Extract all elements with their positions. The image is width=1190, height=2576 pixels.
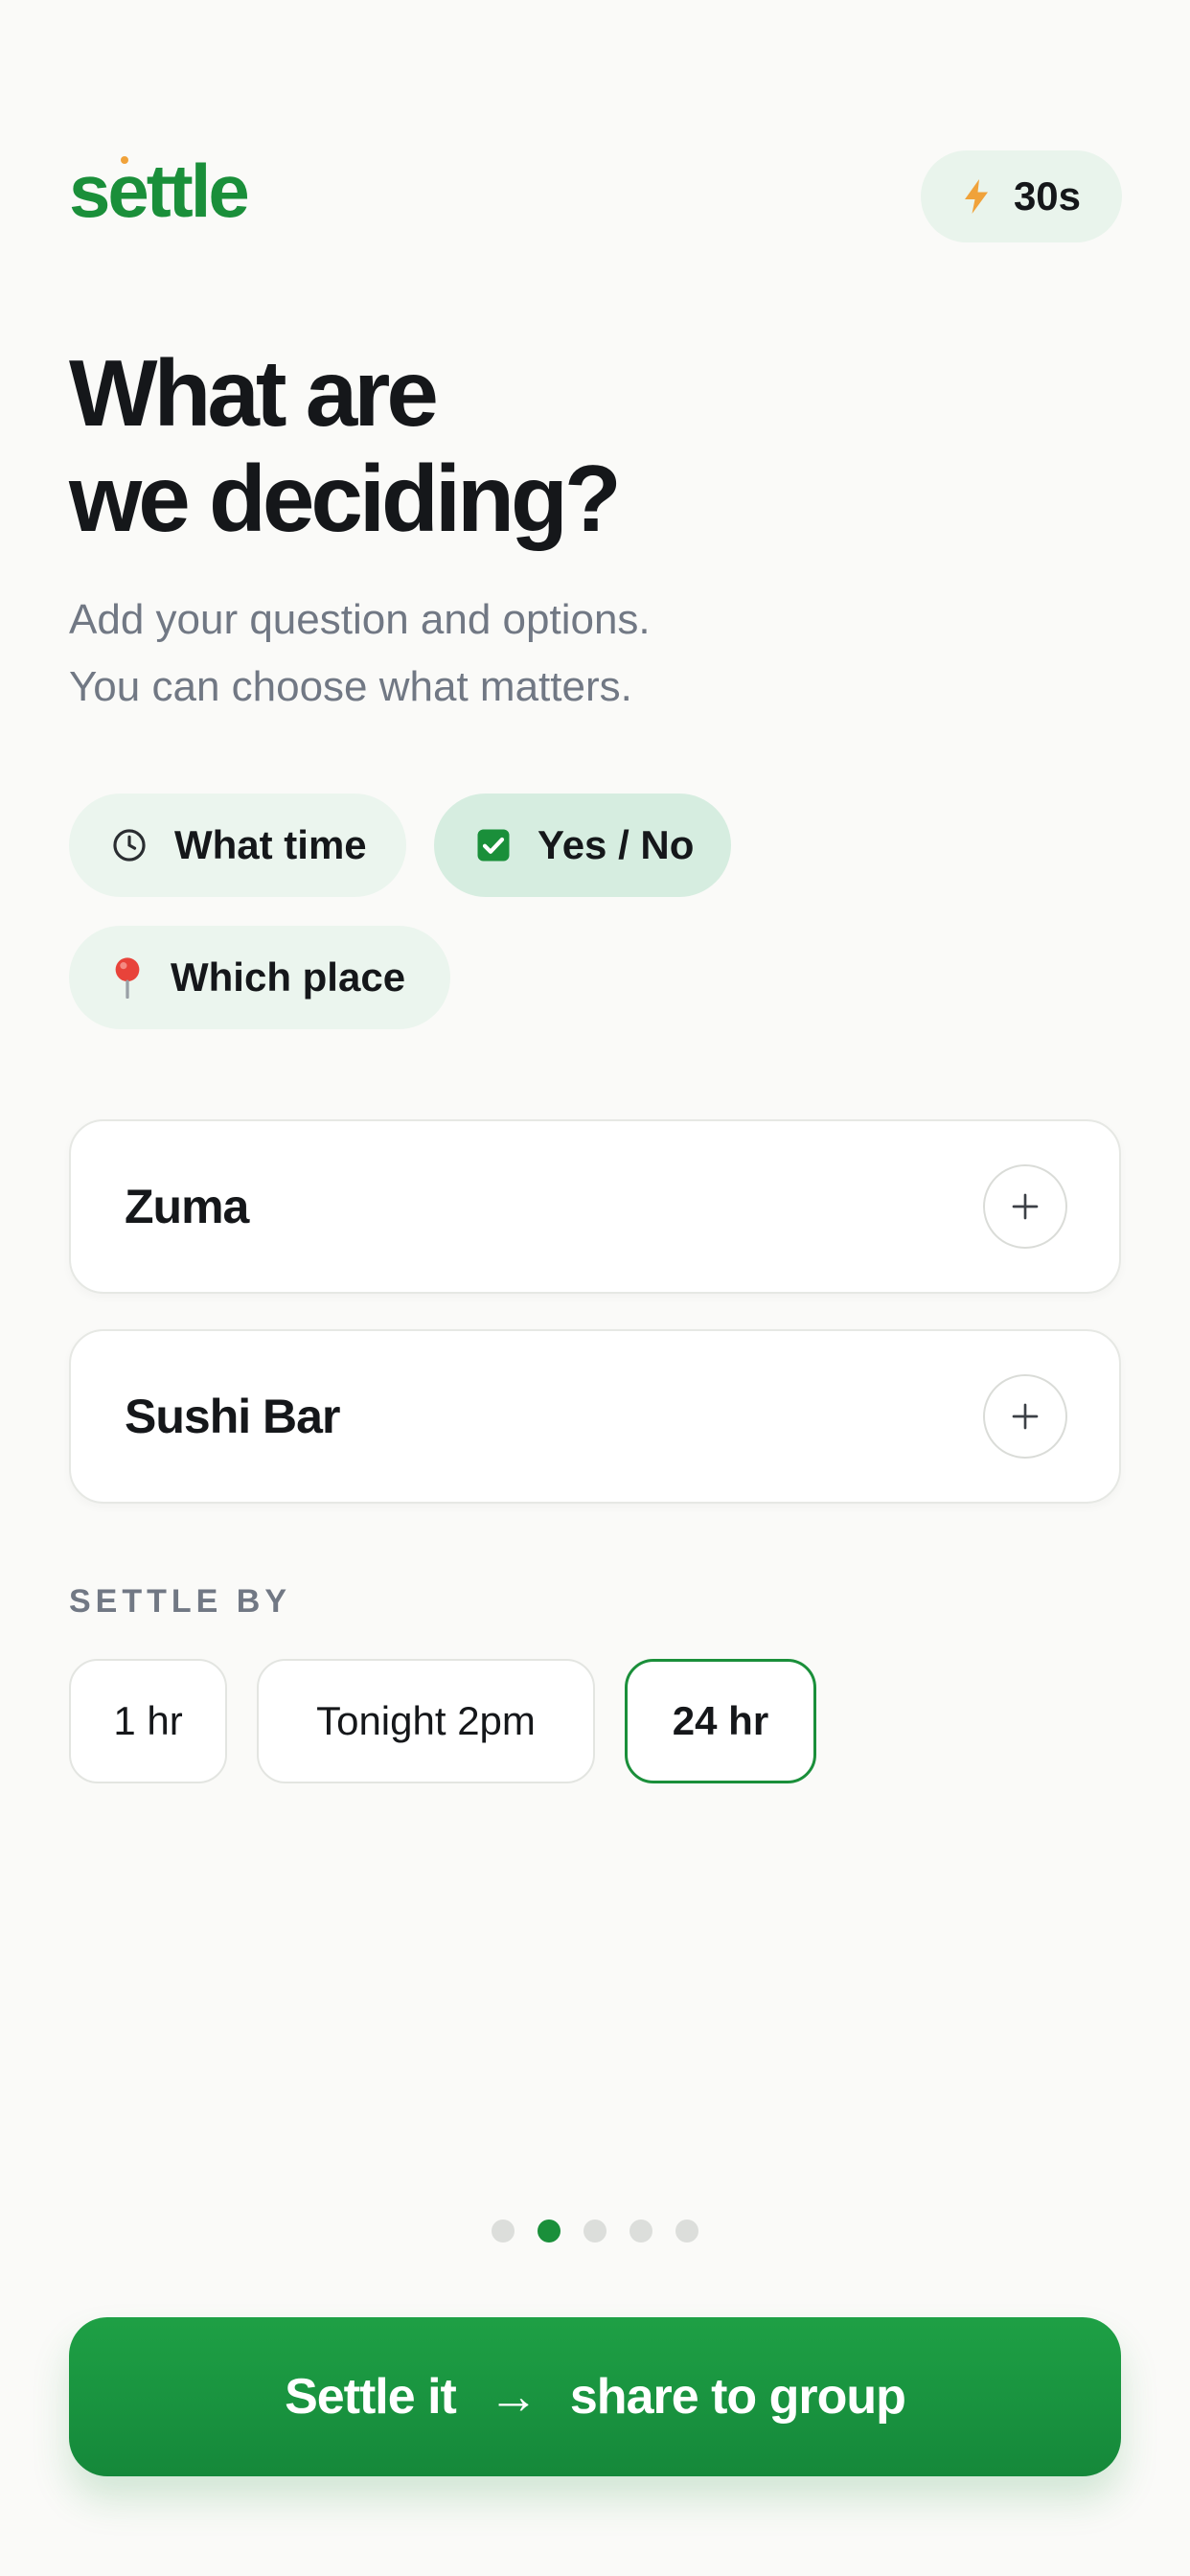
timer-label: 30s <box>1013 173 1082 218</box>
settle-by-tonight[interactable]: Tonight 2pm <box>257 1659 595 1783</box>
option-label: Sushi Bar <box>125 1390 340 1443</box>
lightning-icon <box>964 179 988 214</box>
page-dot <box>629 2220 652 2242</box>
page-dot-active <box>538 2220 561 2242</box>
option-label: Zuma <box>125 1180 249 1233</box>
add-option-button[interactable] <box>983 1164 1067 1249</box>
clock-icon <box>113 829 146 862</box>
logo-accent-dot <box>121 156 128 164</box>
settle-by-1hr[interactable]: 1 hr <box>69 1659 227 1783</box>
settle-by-24hr[interactable]: 24 hr <box>625 1659 816 1783</box>
chip-yes-no[interactable]: Yes / No <box>434 794 731 897</box>
page-subtitle: Add your question and options. You can c… <box>69 596 651 710</box>
arrow-right-icon: → <box>488 2369 538 2425</box>
chip-what-time[interactable]: What time <box>69 794 406 897</box>
plus-icon <box>1012 1193 1039 1220</box>
option-row[interactable]: Zuma <box>69 1119 1121 1294</box>
settle-share-button[interactable]: Settle it → share to group <box>69 2317 1121 2476</box>
timer-badge: 30s <box>921 150 1122 242</box>
page-dot <box>584 2220 606 2242</box>
settle-by-label: SETTLE BY <box>69 1583 292 1620</box>
chip-which-place[interactable]: Which place <box>69 926 450 1029</box>
page-title: What are we deciding? <box>69 340 622 551</box>
page-dot <box>492 2220 515 2242</box>
checkbox-icon <box>477 829 510 862</box>
pin-icon <box>115 957 140 999</box>
add-option-button[interactable] <box>983 1374 1067 1459</box>
page-dot <box>675 2220 698 2242</box>
app-logo: settle <box>69 149 250 233</box>
option-row[interactable]: Sushi Bar <box>69 1329 1121 1504</box>
plus-icon <box>1012 1403 1039 1430</box>
